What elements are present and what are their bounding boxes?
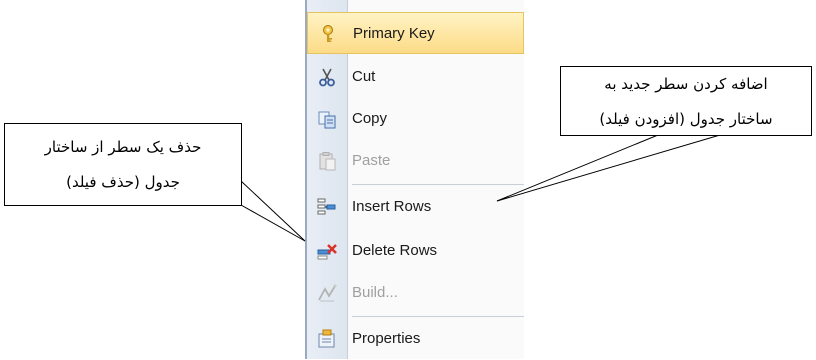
callout-text-line: جدول (حذف فیلد) [66,173,180,191]
callout-text-line: ساختار جدول (افزودن فیلد) [599,110,773,128]
callout-text-line: اضافه کردن سطر جدید به [604,75,768,93]
callout-text-line: حذف یک سطر از ساختار [44,138,202,156]
callout-delete-rows: حذف یک سطر از ساختار جدول (حذف فیلد) [4,123,242,206]
callout-insert-rows: اضافه کردن سطر جدید به ساختار جدول (افزو… [560,66,812,136]
